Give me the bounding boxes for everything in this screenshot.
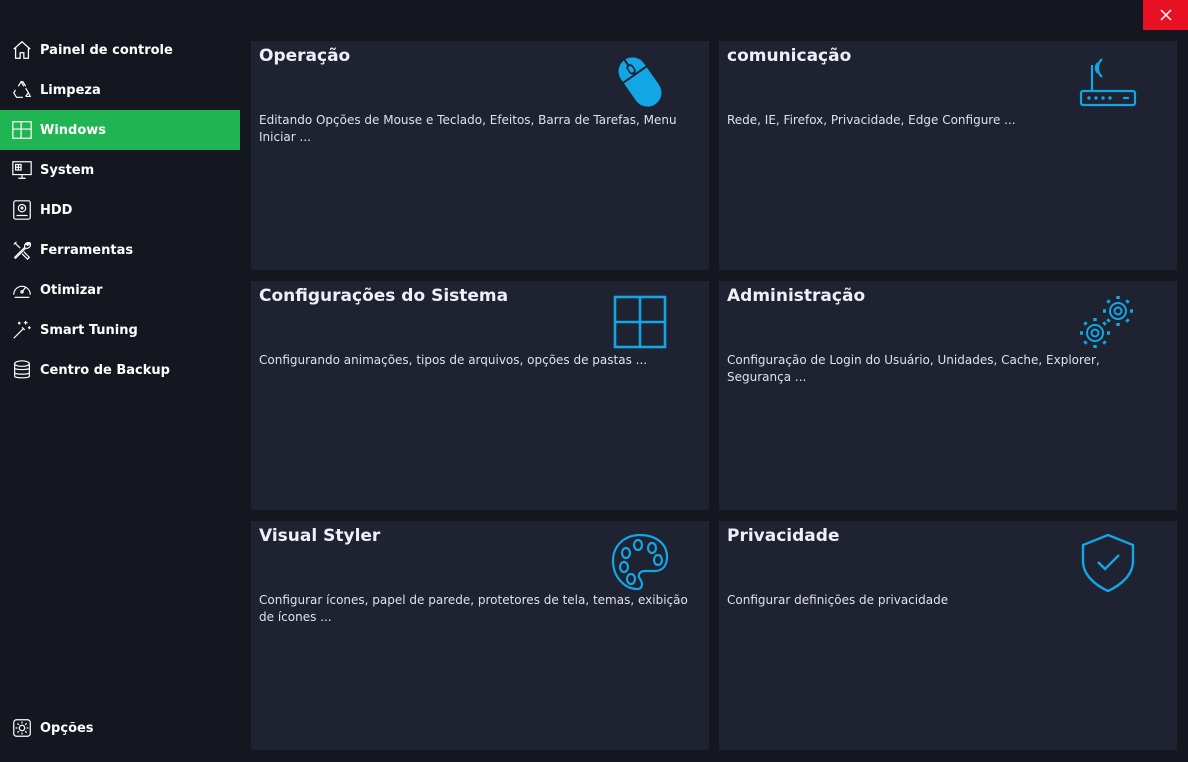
windows-icon — [10, 118, 34, 142]
magic-wand-icon — [10, 318, 34, 342]
sidebar-item-centro-de-backup[interactable]: Centro de Backup — [0, 350, 240, 390]
close-icon — [1159, 9, 1172, 21]
monitor-icon — [10, 158, 34, 182]
card-description: Configuração de Login do Usuário, Unidad… — [727, 353, 1100, 384]
card-visual-styler[interactable]: Visual Styler Configurar ícones, papel d… — [251, 521, 709, 750]
sidebar-item-label: Otimizar — [40, 282, 103, 298]
card-description: Configurando animações, tipos de arquivo… — [259, 353, 648, 367]
sidebar-item-system[interactable]: System — [0, 150, 240, 190]
card-operacao[interactable]: Operação Editando Opções de Mouse e Tecl… — [251, 41, 709, 270]
card-title: Configurações do Sistema — [259, 286, 509, 306]
sidebar-item-label: HDD — [40, 202, 73, 218]
card-description: Configurar ícones, papel de parede, prot… — [259, 593, 688, 624]
speedometer-icon — [10, 278, 34, 302]
sidebar-item-label: Opções — [40, 720, 94, 736]
card-title: Administração — [727, 286, 866, 306]
card-comunicacao[interactable]: comunicação Rede, IE, Firefox, Privacida… — [719, 41, 1177, 270]
recycle-icon — [10, 78, 34, 102]
card-title: comunicação — [727, 46, 852, 66]
sidebar-item-hdd[interactable]: HDD — [0, 190, 240, 230]
gear-icon — [10, 716, 34, 740]
card-title: Visual Styler — [259, 526, 381, 546]
card-privacidade[interactable]: Privacidade Configurar definições de pri… — [719, 521, 1177, 750]
sidebar-item-limpeza[interactable]: Limpeza — [0, 70, 240, 110]
card-administracao[interactable]: Administração Configuração de Login do U… — [719, 281, 1177, 510]
card-title: Privacidade — [727, 526, 840, 546]
home-icon — [10, 38, 34, 62]
hdd-icon — [10, 198, 34, 222]
card-description: Configurar definições de privacidade — [727, 593, 949, 607]
sidebar-item-painel-de-controle[interactable]: Painel de controle — [0, 30, 240, 70]
sidebar-item-label: Limpeza — [40, 82, 101, 98]
sidebar-item-ferramentas[interactable]: Ferramentas — [0, 230, 240, 270]
sidebar-item-label: Windows — [40, 122, 107, 138]
close-button[interactable] — [1143, 0, 1188, 30]
card-title: Operação — [259, 46, 351, 66]
router-icon — [1077, 51, 1139, 113]
sidebar-item-label: Centro de Backup — [40, 362, 170, 378]
tools-icon — [10, 238, 34, 262]
card-configuracoes-do-sistema[interactable]: Configurações do Sistema Configurando an… — [251, 281, 709, 510]
mouse-icon — [609, 51, 671, 113]
card-description: Editando Opções de Mouse e Teclado, Efei… — [259, 113, 677, 144]
windows-logo-icon — [609, 291, 671, 353]
sidebar-item-smart-tuning[interactable]: Smart Tuning — [0, 310, 240, 350]
sidebar-item-label: System — [40, 162, 95, 178]
shield-check-icon — [1077, 531, 1139, 593]
gears-icon — [1077, 291, 1139, 353]
sidebar-item-label: Smart Tuning — [40, 322, 138, 338]
sidebar-item-windows[interactable]: Windows — [0, 110, 240, 150]
card-description: Rede, IE, Firefox, Privacidade, Edge Con… — [727, 113, 1016, 127]
sidebar-item-label: Ferramentas — [40, 242, 134, 258]
sidebar-item-label: Painel de controle — [40, 42, 173, 58]
sidebar: Painel de controle Limpeza Windows Syste… — [0, 30, 240, 762]
app-window: Painel de controle Limpeza Windows Syste… — [0, 0, 1188, 762]
sidebar-item-otimizar[interactable]: Otimizar — [0, 270, 240, 310]
database-icon — [10, 358, 34, 382]
sidebar-item-opcoes[interactable]: Opções — [0, 708, 240, 748]
palette-icon — [609, 531, 671, 593]
